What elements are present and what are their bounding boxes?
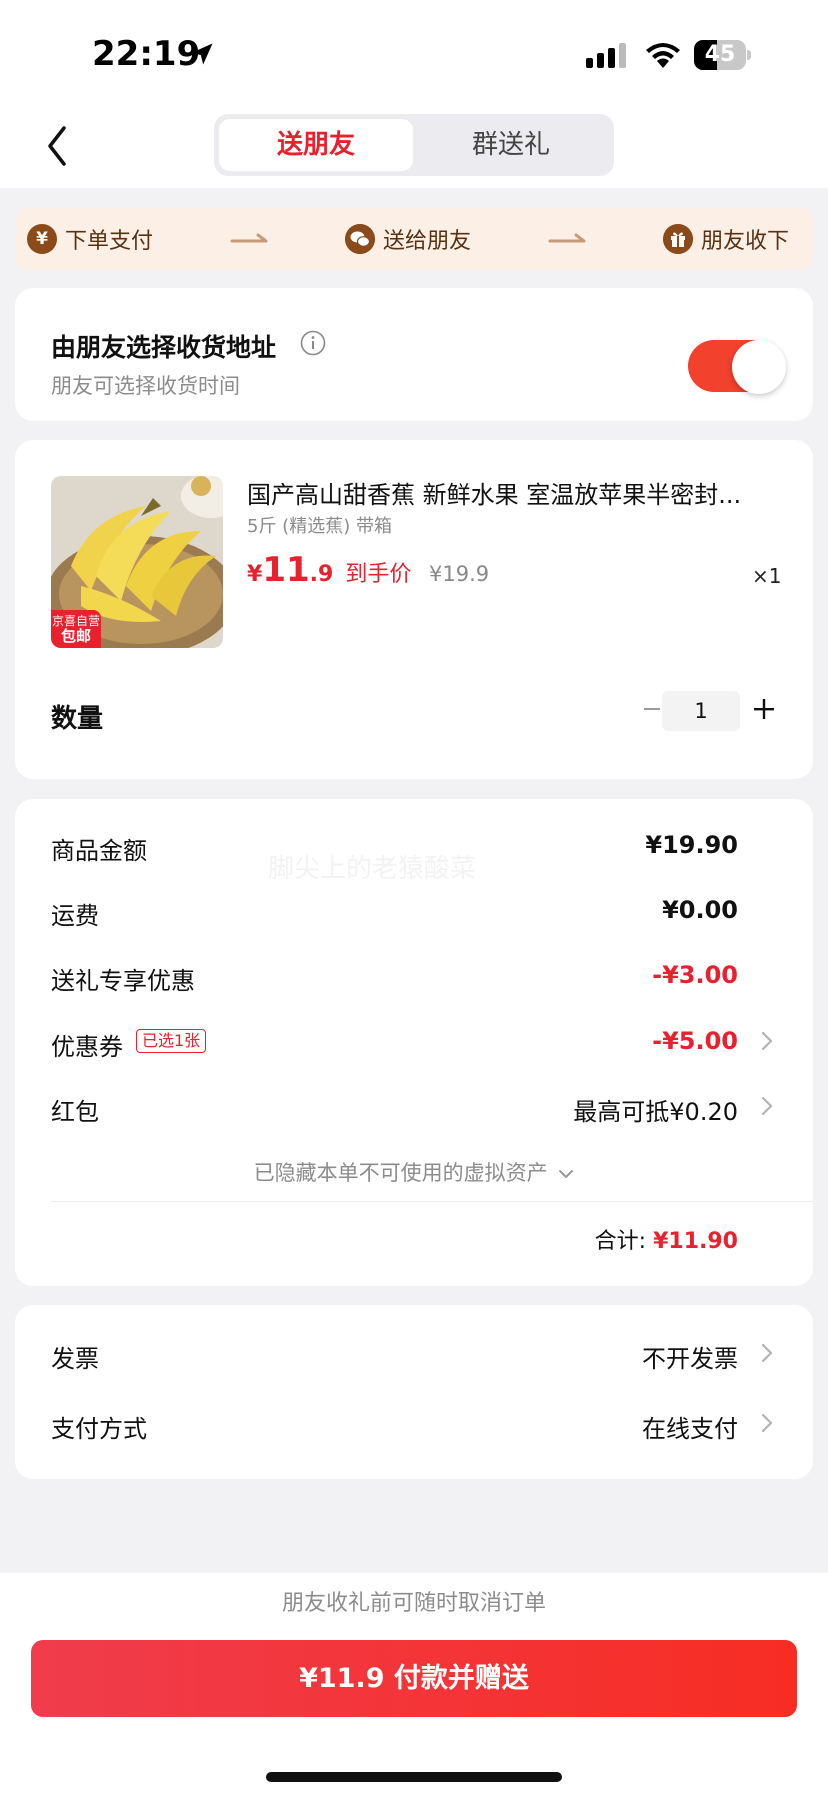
tab-send-friend[interactable]: 送朋友 [219, 119, 413, 171]
chevron-right-icon[interactable] [759, 1341, 775, 1365]
battery-cap [747, 50, 751, 60]
price-currency: ¥ [247, 562, 263, 587]
pay-and-gift-button[interactable]: ¥11.9 付款并赠送 [31, 1640, 797, 1717]
info-icon[interactable] [300, 330, 326, 356]
checkout-bar: 朋友收礼前可随时取消订单 ¥11.9 付款并赠送 [0, 1573, 828, 1795]
summary-value-red-packet[interactable]: 最高可抵¥0.20 [573, 1092, 738, 1127]
product-price: ¥ 11 .9 到手价 [247, 550, 411, 590]
back-button[interactable] [40, 118, 80, 174]
divider [51, 1201, 813, 1202]
cancel-note: 朋友收礼前可随时取消订单 [281, 1591, 546, 1616]
step-arrow-icon [548, 233, 586, 243]
summary-value-coupon[interactable]: -¥5.00 [652, 1027, 738, 1055]
product-image[interactable]: 京喜自营 包邮 [51, 476, 223, 648]
step-label-send: 送给朋友 [383, 229, 472, 254]
step-send: 送给朋友 [345, 221, 471, 257]
toggle-knob [732, 340, 786, 394]
product-spec: 5斤 (精选蕉) 带箱 [247, 516, 392, 537]
summary-value-gift-discount: -¥3.00 [652, 961, 738, 989]
product-title[interactable]: 国产高山甜香蕉 新鲜水果 室温放苹果半密封... [247, 475, 787, 510]
step-label-receive: 朋友收下 [701, 229, 790, 254]
battery-level: 45 [704, 42, 736, 67]
step-pay: ¥ 下单支付 [27, 221, 153, 257]
invoice-value[interactable]: 不开发票 [642, 1339, 738, 1374]
quantity-label: 数量 [51, 704, 104, 734]
price-label: 到手价 [345, 562, 412, 587]
summary-label-shipping: 运费 [51, 902, 99, 930]
invoice-label[interactable]: 发票 [51, 1339, 99, 1374]
payment-method-value[interactable]: 在线支付 [642, 1409, 738, 1444]
chevron-right-icon[interactable] [759, 1029, 775, 1053]
total-label: 合计: [594, 1229, 647, 1254]
address-choice-subtitle: 朋友可选择收货时间 [51, 374, 240, 398]
badge-line-2: 包邮 [60, 627, 91, 645]
price-integer: 11 [262, 550, 310, 590]
order-options-card: 发票 不开发票 支付方式 在线支付 [15, 1305, 813, 1479]
self-operated-badge: 京喜自营 包邮 [51, 610, 101, 648]
yuan-circle-icon: ¥ [27, 224, 57, 254]
chevron-right-icon[interactable] [759, 1094, 775, 1118]
top-bar: 22:19 45 送朋友 群送礼 [0, 0, 828, 188]
battery-indicator: 45 [694, 40, 751, 70]
summary-label-goods: 商品金额 [51, 837, 147, 865]
payment-method-label[interactable]: 支付方式 [51, 1409, 147, 1444]
chevron-down-icon [559, 1170, 574, 1178]
coupon-selected-tag: 已选1张 [136, 1029, 207, 1053]
home-indicator[interactable] [266, 1772, 562, 1782]
wifi-icon [646, 43, 680, 68]
wechat-icon [345, 224, 375, 254]
hidden-assets-toggle[interactable]: 已隐藏本单不可使用的虚拟资产 [15, 1157, 813, 1187]
step-receive: 朋友收下 [663, 221, 789, 257]
step-label-pay: 下单支付 [65, 229, 154, 254]
watermark: 脚尖上的老猿酸菜 [268, 854, 477, 884]
status-time: 22:19 [92, 34, 201, 74]
product-card: 京喜自营 包邮 国产高山甜香蕉 新鲜水果 室温放苹果半密封... 5斤 (精选蕉… [15, 440, 813, 779]
summary-label-gift-discount: 送礼专享优惠 [51, 967, 195, 995]
original-price: ¥19.9 [429, 562, 490, 586]
address-choice-card: 由朋友选择收货地址 朋友可选择收货时间 [15, 288, 813, 421]
total-value: ¥11.90 [653, 1229, 738, 1254]
product-quantity-mark: ×1 [752, 564, 782, 588]
hidden-assets-label: 已隐藏本单不可使用的虚拟资产 [253, 1161, 548, 1185]
summary-value-shipping: ¥0.00 [662, 896, 738, 924]
price-decimal: .9 [309, 562, 334, 587]
friend-address-toggle[interactable] [688, 340, 786, 394]
gift-steps-banner: ¥ 下单支付 送给朋友 朋友收下 [15, 208, 813, 270]
order-total: 合计: ¥11.90 [595, 1223, 738, 1255]
location-arrow-icon [191, 43, 213, 65]
summary-value-goods: ¥19.90 [645, 831, 738, 859]
increase-quantity-button[interactable] [749, 694, 779, 724]
quantity-input[interactable]: 1 [662, 691, 740, 731]
summary-label-coupon[interactable]: 优惠券 [51, 1027, 123, 1062]
address-choice-title: 由朋友选择收货地址 [51, 333, 277, 362]
tab-group-gift[interactable]: 群送礼 [414, 119, 608, 171]
summary-label-red-packet[interactable]: 红包 [51, 1092, 99, 1127]
gift-mode-tabs: 送朋友 群送礼 [214, 114, 614, 176]
cellular-signal-icon [586, 43, 626, 68]
chevron-right-icon[interactable] [759, 1411, 775, 1435]
gift-icon [663, 224, 693, 254]
step-arrow-icon [230, 233, 268, 243]
